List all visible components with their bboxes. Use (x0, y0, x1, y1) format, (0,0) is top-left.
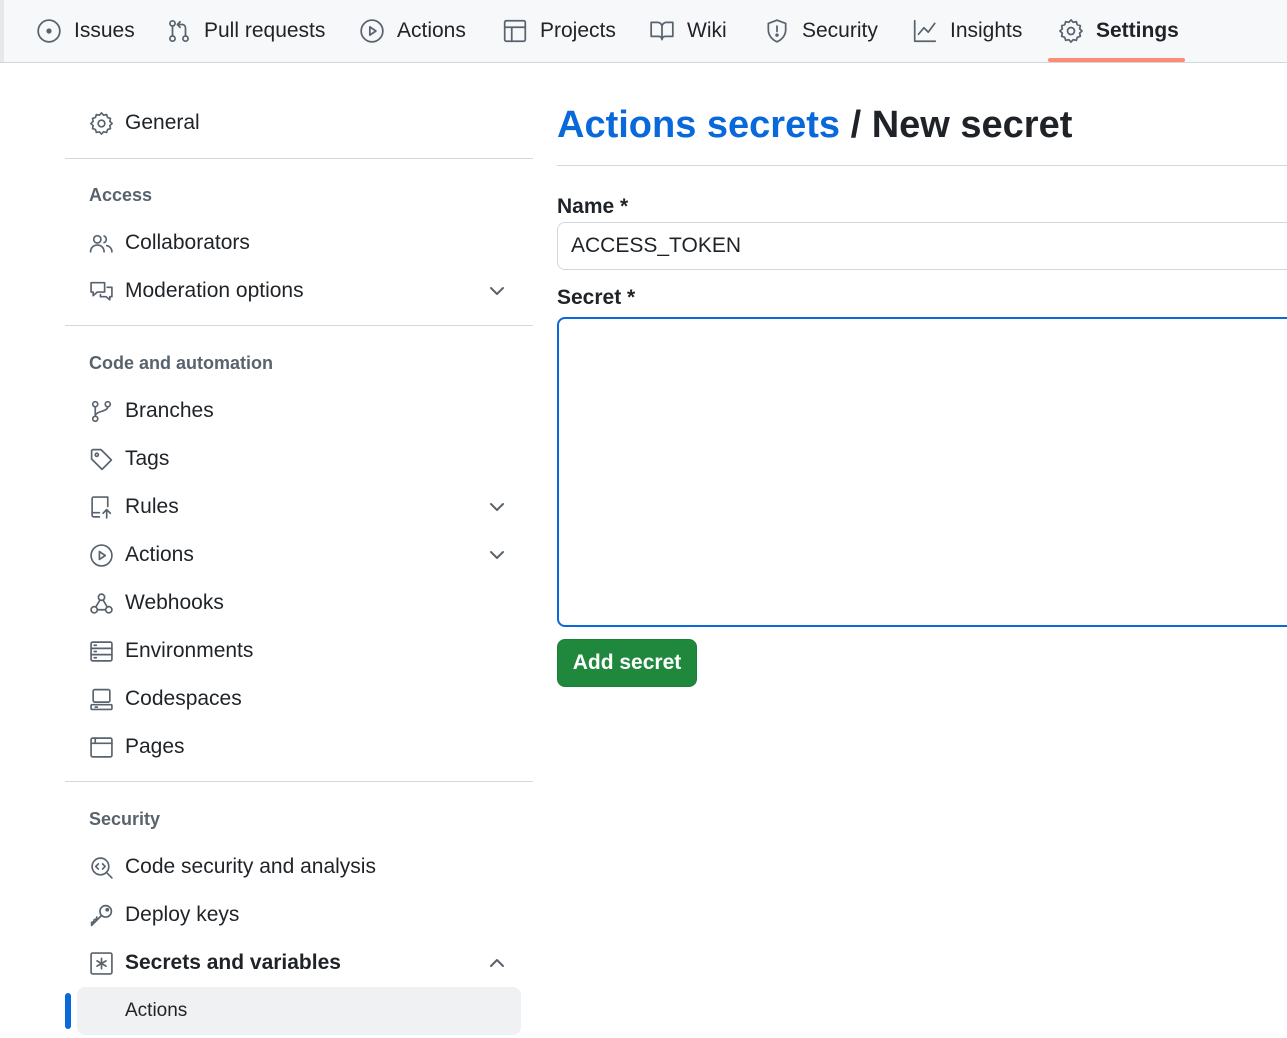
page-title-text: New secret (871, 104, 1073, 146)
git-branch-icon (91, 400, 112, 422)
sidebar-item-environments[interactable]: Environments (89, 631, 519, 671)
sidebar-item-label: Deploy keys (125, 903, 240, 926)
sidebar-item-label: Actions (125, 543, 194, 566)
chevron-down-icon (490, 287, 504, 295)
tab-issues[interactable]: Issues (36, 0, 135, 62)
gear-icon (90, 111, 113, 135)
chevron-down-icon (490, 551, 504, 559)
server-icon (90, 640, 113, 662)
sidebar-item-label: Code security and analysis (125, 855, 376, 878)
issue-opened-icon (37, 19, 61, 43)
webhook-icon (90, 592, 113, 614)
graph-icon (913, 19, 937, 43)
name-label: Name * (557, 195, 629, 218)
git-pull-request-icon (169, 19, 189, 43)
secret-name-input[interactable] (557, 222, 1287, 270)
sidebar-item-general[interactable]: General (89, 103, 519, 143)
key-asterisk-icon (90, 951, 113, 975)
table-icon (503, 19, 527, 43)
title-divider (557, 165, 1287, 166)
tag-icon (90, 448, 113, 470)
sidebar-item-label: Environments (125, 639, 254, 662)
sidebar-item-rules[interactable]: Rules (89, 487, 519, 527)
tab-pull-requests[interactable]: Pull requests (166, 0, 325, 62)
secret-value-textarea[interactable] (557, 317, 1287, 627)
sidebar-item-actions[interactable]: Actions (89, 535, 519, 575)
sidebar-subitem-actions-secrets[interactable]: Actions (77, 987, 521, 1035)
tab-label: Issues (74, 19, 135, 42)
play-icon (360, 19, 384, 43)
sidebar-heading-security: Security (89, 809, 161, 829)
page-title: Actions secrets / New secret (557, 104, 1072, 147)
sidebar-heading-access: Access (89, 185, 153, 205)
sidebar-divider (65, 325, 533, 326)
sidebar-item-pages[interactable]: Pages (89, 727, 519, 767)
sidebar-item-webhooks[interactable]: Webhooks (89, 583, 519, 623)
active-item-indicator (65, 993, 71, 1029)
tab-settings[interactable]: Settings (1058, 0, 1179, 62)
add-secret-button[interactable]: Add secret (557, 639, 697, 687)
repo-push-icon (91, 495, 112, 519)
tab-projects[interactable]: Projects (502, 0, 616, 62)
tab-security[interactable]: Security (764, 0, 878, 62)
sidebar-item-label: Tags (125, 447, 170, 470)
chevron-up-icon (490, 959, 504, 967)
sidebar-item-collaborators[interactable]: Collaborators (89, 223, 519, 263)
breadcrumb-separator: / (840, 104, 872, 146)
tab-label: Wiki (687, 19, 727, 42)
sidebar-item-secrets-variables[interactable]: Secrets and variables (89, 943, 519, 983)
selected-tab-underline (1048, 58, 1185, 62)
tab-label: Projects (540, 19, 616, 42)
book-icon (650, 21, 674, 41)
sidebar-item-label: Secrets and variables (125, 951, 341, 974)
sidebar-item-branches[interactable]: Branches (89, 391, 519, 431)
people-icon (89, 234, 113, 253)
sidebar-item-code-security[interactable]: Code security and analysis (89, 847, 519, 887)
sidebar-item-codespaces[interactable]: Codespaces (89, 679, 519, 719)
key-icon (90, 904, 113, 926)
tab-actions[interactable]: Actions (359, 0, 466, 62)
shield-icon (767, 19, 787, 43)
tab-label: Pull requests (204, 19, 326, 42)
sidebar-divider (65, 158, 533, 159)
chevron-down-icon (490, 503, 504, 511)
play-icon (90, 543, 113, 567)
tab-label: Settings (1096, 19, 1179, 42)
repo-nav: Issues Pull requests Actions Projects Wi… (0, 0, 1287, 63)
sidebar-heading-code-automation: Code and automation (89, 353, 273, 373)
browser-icon (90, 736, 113, 758)
sidebar-item-label: Rules (125, 495, 179, 518)
settings-sidebar: General Access Collaborators Moderation … (0, 63, 540, 1038)
gear-icon (1059, 19, 1083, 43)
sidebar-item-label: Codespaces (125, 687, 242, 710)
codespaces-icon (90, 688, 113, 710)
tab-label: Insights (950, 19, 1023, 42)
sidebar-item-tags[interactable]: Tags (89, 439, 519, 479)
sidebar-item-label: General (125, 111, 200, 134)
tab-insights[interactable]: Insights (912, 0, 1022, 62)
sidebar-item-label: Branches (125, 399, 214, 422)
sidebar-item-moderation-options[interactable]: Moderation options (89, 271, 519, 311)
sidebar-item-deploy-keys[interactable]: Deploy keys (89, 895, 519, 935)
sidebar-item-label: Pages (125, 735, 185, 758)
sidebar-item-label: Moderation options (125, 279, 304, 302)
sidebar-subitem-label: Actions (125, 1000, 188, 1021)
codescan-icon (91, 856, 113, 879)
breadcrumb-actions-secrets-link[interactable]: Actions secrets (557, 104, 840, 146)
sidebar-item-label: Webhooks (125, 591, 224, 614)
tab-wiki[interactable]: Wiki (649, 0, 727, 62)
comment-discussion-icon (90, 281, 113, 301)
tab-label: Actions (397, 19, 466, 42)
sidebar-item-label: Collaborators (125, 231, 250, 254)
secret-label: Secret * (557, 286, 636, 309)
sidebar-divider (65, 781, 533, 782)
tab-label: Security (802, 19, 878, 42)
